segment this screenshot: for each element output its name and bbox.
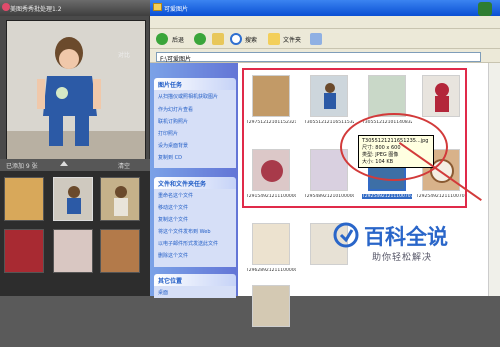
task-label: 重命名这个文件 — [158, 193, 194, 199]
task-slideshow[interactable]: 作为幻灯片查看 — [158, 106, 193, 113]
task-set-wallpaper[interactable]: 设为桌面背景 — [158, 142, 188, 149]
task-pane: 图片任务 从扫描仪或照相机获取图片 作为幻灯片查看 联机订购照片 打印照片 设为… — [150, 63, 238, 298]
photo-count: 已添加 9 张 — [6, 163, 38, 170]
task-email[interactable]: 以电子邮件形式发送此文件 — [158, 240, 218, 247]
task-label: 复制这个文件 — [158, 217, 189, 223]
picture-tasks-panel: 从扫描仪或照相机获取图片 作为幻灯片查看 联机订购照片 打印照片 设为桌面背景 … — [154, 90, 236, 168]
views-icon[interactable] — [310, 33, 322, 45]
compare-button[interactable]: 对比 — [118, 50, 130, 59]
task-label: 联机订购照片 — [158, 119, 189, 125]
folders-button[interactable]: 文件夹 — [281, 32, 303, 46]
file-tasks-title: 文件和文件夹任务 — [158, 181, 207, 188]
place-label: 桌面 — [158, 290, 169, 296]
back-label: 后退 — [172, 37, 185, 44]
search-label: 搜索 — [245, 37, 258, 44]
task-label: 删除这个文件 — [158, 253, 189, 259]
search-icon[interactable] — [230, 33, 242, 45]
vertical-scrollbar[interactable] — [488, 63, 500, 296]
app-titlebar: 美图秀秀批处理1.2 — [0, 0, 150, 16]
task-print[interactable]: 打印照片 — [158, 130, 178, 137]
compare-label: 对比 — [118, 52, 131, 59]
file-tasks-panel: 重命名这个文件 移动这个文件 复制这个文件 将这个文件发布到 Web 以电子邮件… — [154, 189, 236, 267]
task-copy-cd[interactable]: 复制到 CD — [158, 154, 182, 161]
task-copy[interactable]: 复制这个文件 — [158, 216, 188, 223]
task-label: 设为桌面背景 — [158, 143, 189, 149]
other-places-header[interactable]: 其它位置 — [154, 274, 236, 286]
task-label: 打印照片 — [158, 131, 179, 137]
file-tile[interactable] — [248, 285, 294, 347]
task-move[interactable]: 移动这个文件 — [158, 204, 188, 211]
back-button[interactable]: 后退 — [170, 32, 186, 46]
thumbnail[interactable] — [4, 177, 44, 221]
thumbnail[interactable] — [100, 177, 140, 221]
menu-bar — [150, 16, 500, 29]
photo-preview — [6, 20, 146, 160]
watermark-logo-icon — [333, 222, 359, 248]
folder-icon — [153, 3, 162, 11]
picture-tasks-title: 图片任务 — [158, 82, 183, 89]
thumbnail-strip — [0, 171, 150, 296]
forward-arrow-icon[interactable] — [194, 33, 206, 45]
place-desktop[interactable]: 桌面 — [158, 289, 168, 296]
task-order-prints[interactable]: 联机订购照片 — [158, 118, 188, 125]
explorer-title: 可爱图片 — [164, 6, 189, 13]
task-label: 从扫描仪或照相机获取图片 — [158, 94, 219, 100]
back-arrow-icon[interactable] — [156, 33, 168, 45]
task-scan[interactable]: 从扫描仪或照相机获取图片 — [158, 93, 218, 100]
folders-label: 文件夹 — [283, 37, 302, 44]
task-publish-web[interactable]: 将这个文件发布到 Web — [158, 228, 211, 235]
file-tasks-header[interactable]: 文件和文件夹任务 — [154, 177, 236, 189]
file-thumbnail — [252, 223, 290, 265]
search-button[interactable]: 搜索 — [243, 32, 259, 46]
file-tile[interactable]: T29628921211100000... — [246, 223, 296, 285]
annotation-ellipse — [340, 113, 448, 181]
other-places-title: 其它位置 — [158, 278, 183, 285]
address-input[interactable]: F:\可爱图片 — [156, 52, 481, 63]
toolbar: 后退 搜索 文件夹 — [150, 29, 500, 49]
watermark-slogan: 助你轻松解决 — [372, 253, 433, 263]
meitu-batch-window: 美图秀秀批处理1.2 对比 已添加 9 张 清空 — [0, 0, 150, 296]
app-title: 美图秀秀批处理1.2 — [10, 6, 62, 13]
folders-icon[interactable] — [268, 33, 280, 45]
up-folder-icon[interactable] — [212, 33, 224, 45]
clear-label: 清空 — [118, 163, 131, 170]
thumbnail[interactable] — [4, 229, 44, 273]
app-edge-icon[interactable] — [478, 2, 492, 16]
task-label: 以电子邮件形式发送此文件 — [158, 241, 219, 247]
address-text: F:\可爱图片 — [160, 56, 192, 63]
thumbnail[interactable] — [100, 229, 140, 273]
task-rename[interactable]: 重命名这个文件 — [158, 192, 193, 199]
task-label: 将这个文件发布到 Web — [158, 229, 211, 235]
thumbnail[interactable] — [53, 229, 93, 273]
task-label: 作为幻灯片查看 — [158, 107, 194, 113]
app-logo-icon — [2, 3, 10, 11]
girl-photo-preview — [7, 21, 145, 159]
thumbnail-selected[interactable] — [53, 177, 93, 221]
explorer-titlebar: 可爱图片 — [150, 0, 500, 16]
task-label: 移动这个文件 — [158, 205, 189, 211]
other-places-panel: 桌面 — [154, 286, 236, 298]
collapse-arrow-icon[interactable] — [60, 161, 68, 166]
picture-tasks-header[interactable]: 图片任务 — [154, 78, 236, 90]
task-label: 复制到 CD — [158, 155, 182, 161]
clear-button[interactable]: 清空 — [118, 161, 130, 170]
watermark-brand: 百科全说 — [364, 225, 448, 249]
file-thumbnail — [252, 285, 290, 327]
task-delete[interactable]: 删除这个文件 — [158, 252, 188, 259]
file-label: T29628921211100000... — [246, 268, 296, 273]
